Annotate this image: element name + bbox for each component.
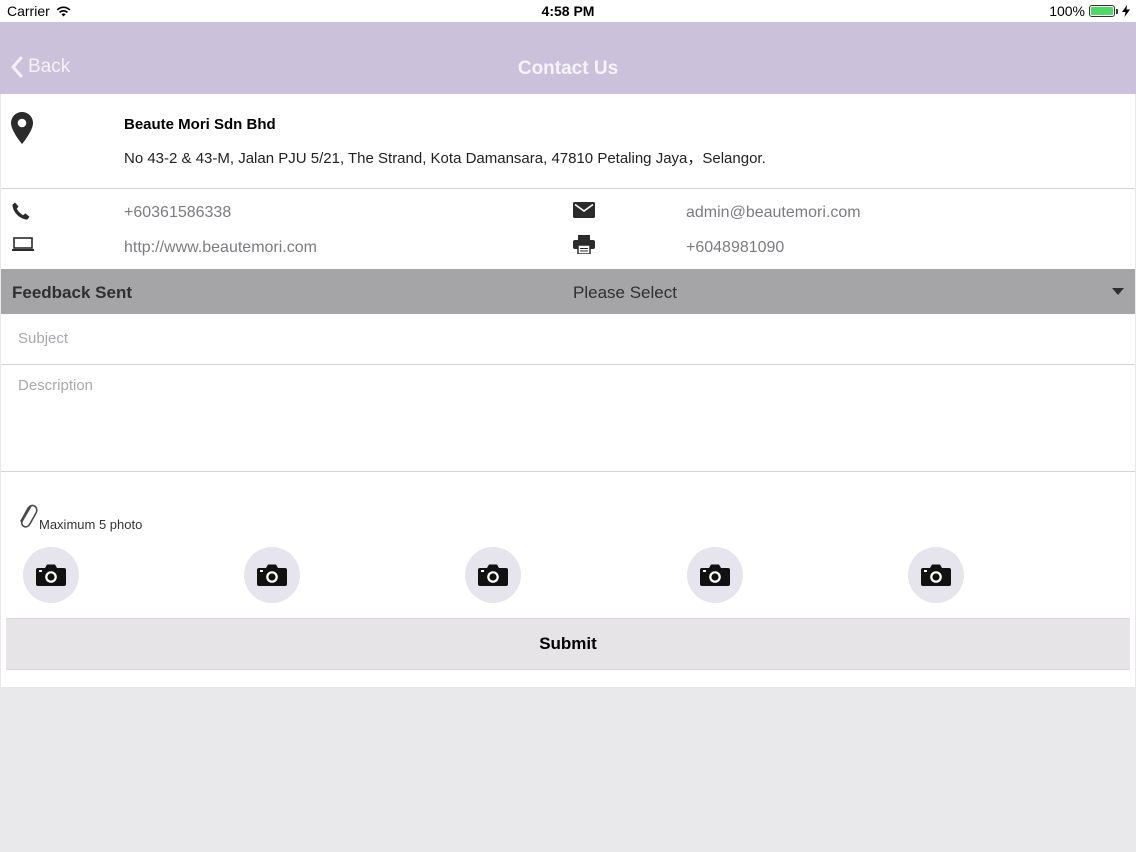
- feedback-type-selector[interactable]: Feedback Sent Please Select: [1, 269, 1135, 314]
- photo-slot-1[interactable]: [23, 547, 79, 603]
- company-address: No 43-2 & 43-M, Jalan PJU 5/21, The Stra…: [124, 150, 766, 167]
- fax-number[interactable]: +6048981090: [686, 239, 784, 257]
- camera-icon: [478, 564, 508, 586]
- photo-slot-4[interactable]: [687, 547, 743, 603]
- page-title: Contact Us: [517, 58, 619, 79]
- status-bar: Carrier 4:58 PM 100%: [0, 0, 1136, 22]
- address-section: Beaute Mori Sdn Bhd No 43-2 & 43-M, Jala…: [1, 94, 1135, 189]
- camera-icon: [36, 564, 66, 586]
- charging-bolt-icon: [1122, 5, 1130, 17]
- paperclip-icon: [20, 504, 38, 528]
- subject-input[interactable]: Subject: [1, 314, 1135, 365]
- status-time: 4:58 PM: [541, 3, 595, 19]
- feedback-label: Feedback Sent: [12, 283, 132, 302]
- contact-info-section: +60361586338 admin@beautemori.com http:/…: [1, 189, 1135, 269]
- email-address[interactable]: admin@beautemori.com: [686, 204, 861, 222]
- email-icon: [573, 202, 595, 218]
- phone-icon: [12, 202, 30, 220]
- photo-limit-hint: Maximum 5 photo: [39, 517, 143, 532]
- photo-slot-3[interactable]: [465, 547, 521, 603]
- phone-number[interactable]: +60361586338: [124, 204, 231, 222]
- description-input[interactable]: Description: [1, 365, 1135, 472]
- company-name: Beaute Mori Sdn Bhd: [124, 116, 276, 133]
- camera-icon: [700, 564, 730, 586]
- website-link[interactable]: http://www.beautemori.com: [124, 239, 317, 257]
- navigation-bar: Back Contact Us: [0, 22, 1136, 94]
- contact-panel: Beaute Mori Sdn Bhd No 43-2 & 43-M, Jala…: [1, 94, 1135, 687]
- submit-button[interactable]: Submit: [6, 618, 1130, 670]
- photo-slot-2[interactable]: [244, 547, 300, 603]
- location-pin-icon: [11, 112, 33, 144]
- battery-percent: 100%: [1049, 3, 1085, 19]
- battery-icon: [1089, 5, 1118, 17]
- status-right: 100%: [1049, 3, 1130, 19]
- feedback-select-value[interactable]: Please Select: [573, 283, 677, 303]
- camera-icon: [921, 564, 951, 586]
- printer-icon: [573, 235, 595, 254]
- camera-icon: [257, 564, 287, 586]
- dropdown-caret-icon[interactable]: [1112, 288, 1124, 295]
- photo-slot-5[interactable]: [908, 547, 964, 603]
- monitor-icon: [12, 237, 34, 251]
